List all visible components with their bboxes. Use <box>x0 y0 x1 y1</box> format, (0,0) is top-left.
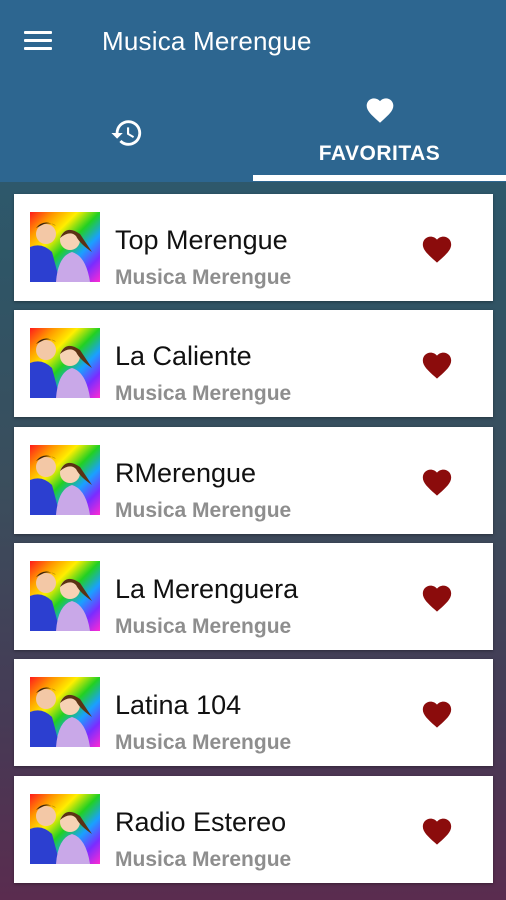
station-logo <box>30 560 100 631</box>
history-icon <box>110 120 141 146</box>
active-tab-indicator <box>253 175 506 181</box>
station-logo <box>30 212 100 282</box>
station-logo <box>30 677 100 748</box>
station-list-item[interactable]: La Merenguera Musica Merengue <box>14 542 493 650</box>
station-genre: Musica Merengue <box>115 382 292 406</box>
station-genre: Musica Merengue <box>115 498 292 522</box>
tab-favoritas-label: FAVORITAS <box>318 142 441 165</box>
hamburger-menu-icon[interactable] <box>24 28 54 52</box>
app-title: Musica Merengue <box>102 26 312 56</box>
favorite-heart-icon[interactable] <box>420 348 454 380</box>
station-name: Radio Estereo <box>115 806 287 837</box>
station-list-item[interactable]: Radio Estereo Musica Merengue <box>14 775 493 883</box>
favorite-heart-icon[interactable] <box>420 697 454 729</box>
station-logo <box>30 328 100 399</box>
station-list-item[interactable]: La Caliente Musica Merengue <box>14 310 493 418</box>
station-logo <box>30 793 100 864</box>
station-genre: Musica Merengue <box>115 847 292 871</box>
tab-favoritas[interactable]: FAVORITAS <box>253 82 506 182</box>
favorite-heart-icon[interactable] <box>420 232 454 264</box>
tab-history[interactable] <box>0 82 253 182</box>
favorite-heart-icon[interactable] <box>420 814 454 846</box>
station-genre: Musica Merengue <box>115 731 292 755</box>
station-name: Latina 104 <box>115 690 242 721</box>
station-genre: Musica Merengue <box>115 614 292 638</box>
favorite-heart-icon[interactable] <box>420 581 454 613</box>
station-list-item[interactable]: RMerengue Musica Merengue <box>14 426 493 534</box>
favorite-heart-icon[interactable] <box>420 465 454 497</box>
station-list-item[interactable]: Top Merengue Musica Merengue <box>14 194 493 301</box>
heart-icon <box>366 98 393 123</box>
tab-bar: FAVORITAS <box>0 82 506 182</box>
station-name: La Merenguera <box>115 573 299 604</box>
station-list-item[interactable]: Latina 104 Musica Merengue <box>14 659 493 767</box>
station-logo <box>30 444 100 515</box>
station-genre: Musica Merengue <box>115 266 292 289</box>
station-name: La Caliente <box>115 341 252 372</box>
app-bar: Musica Merengue <box>0 0 506 82</box>
station-name: RMerengue <box>115 457 257 488</box>
station-name: Top Merengue <box>115 225 288 255</box>
